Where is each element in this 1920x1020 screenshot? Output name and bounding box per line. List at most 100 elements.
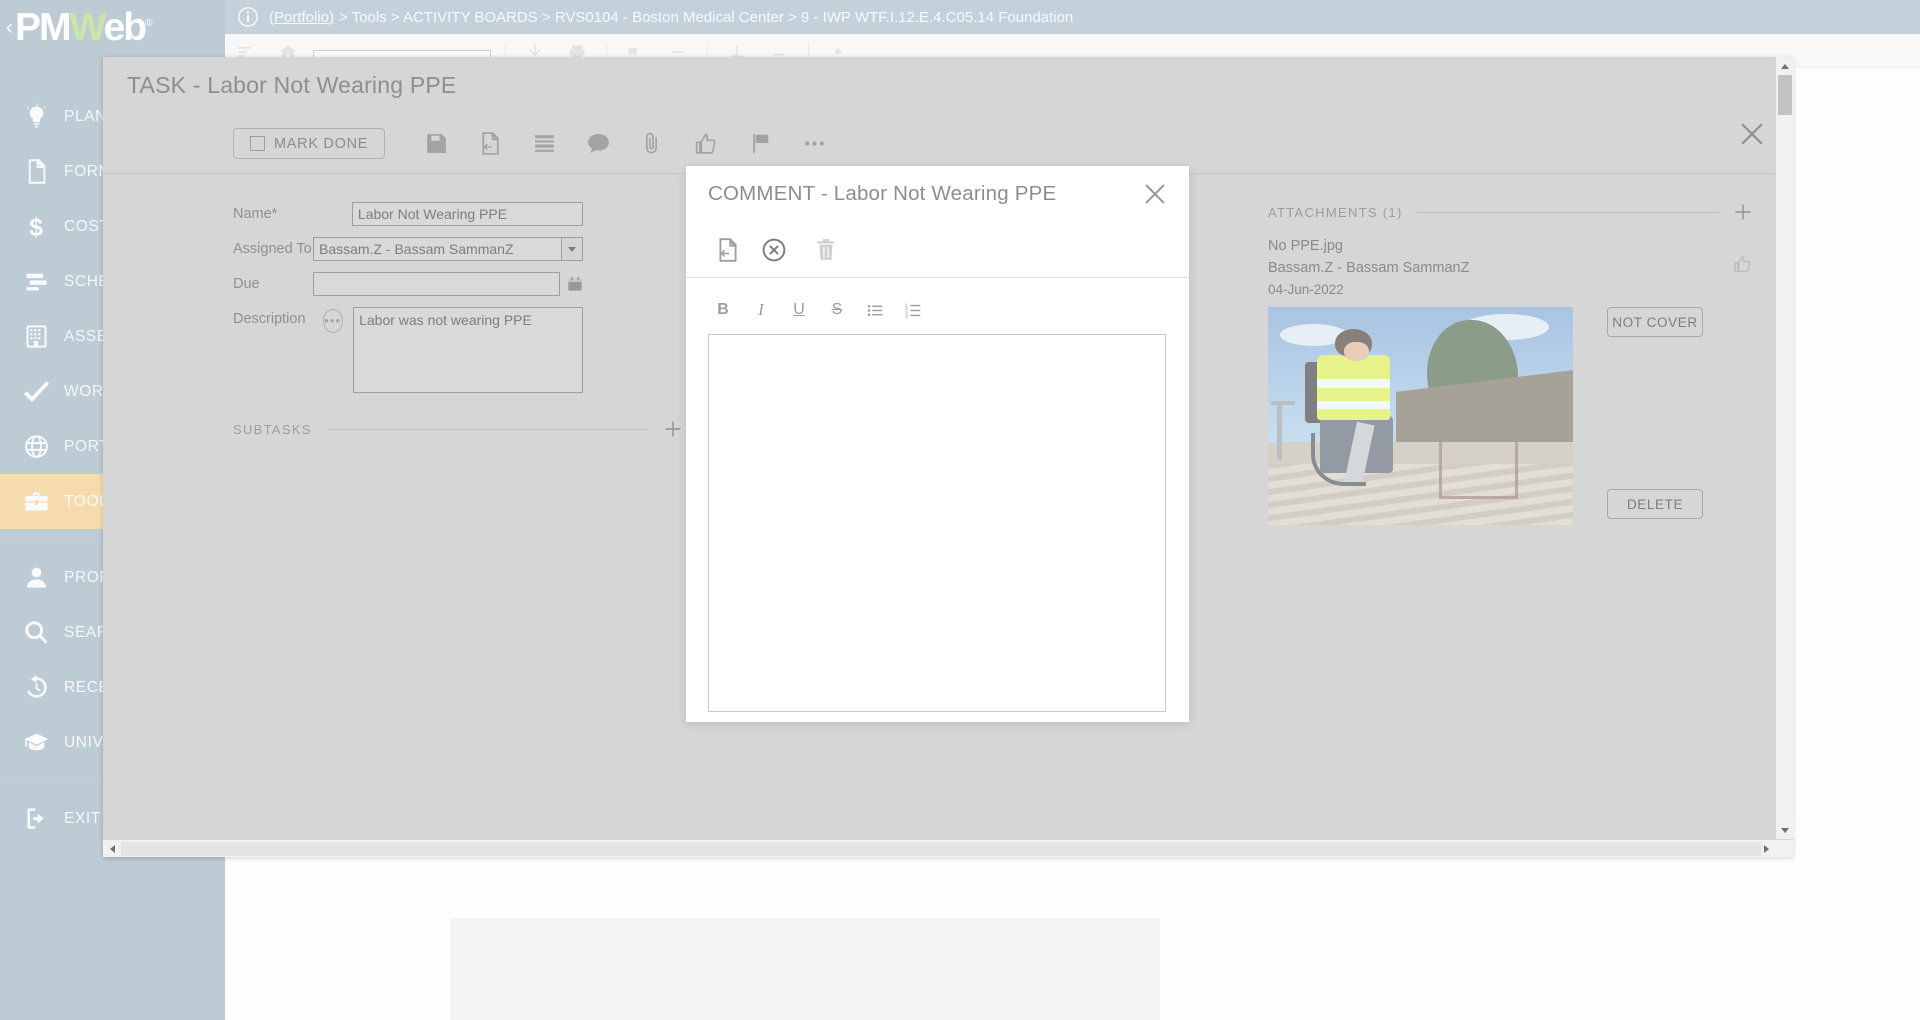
assigned-to-input[interactable]: [313, 237, 583, 261]
attachment-item: No PPE.jpg Bassam.Z - Bassam SammanZ 04-…: [1268, 238, 1753, 525]
photo-overlay: [1268, 307, 1573, 525]
globe-icon: [8, 433, 64, 460]
attachment-thumbnail[interactable]: [1268, 307, 1573, 525]
board-card[interactable]: [450, 918, 1160, 1020]
cancel-icon[interactable]: [748, 230, 800, 270]
svg-text:3: 3: [905, 313, 908, 318]
task-form: Name* Assigned To Due: [103, 202, 681, 439]
save-icon[interactable]: [708, 230, 748, 270]
due-date-input[interactable]: [313, 272, 560, 296]
subtasks-divider: [327, 428, 647, 430]
scroll-right-button[interactable]: [1757, 840, 1775, 858]
svg-text:$: $: [29, 215, 43, 241]
export-icon[interactable]: [463, 122, 517, 166]
history-icon: [8, 674, 64, 701]
italic-button[interactable]: I: [746, 296, 776, 324]
underline-button[interactable]: U: [784, 296, 814, 324]
vscroll-thumb[interactable]: [1778, 75, 1792, 115]
scroll-up-button[interactable]: [1776, 57, 1794, 75]
comment-dialog: COMMENT - Labor Not Wearing PPE B I U S: [686, 166, 1189, 722]
subtasks-label: SUBTASKS: [233, 421, 312, 437]
chevron-down-icon[interactable]: [561, 237, 583, 261]
graduation-cap-icon: [8, 729, 64, 756]
attachment-file-name[interactable]: No PPE.jpg: [1268, 238, 1753, 254]
bold-button[interactable]: B: [708, 296, 738, 324]
delete-icon[interactable]: [800, 230, 852, 270]
numbered-list-button[interactable]: 123: [898, 296, 928, 324]
due-date-wrap: [313, 272, 583, 296]
attachments-section-header: ATTACHMENTS (1): [1268, 202, 1753, 222]
add-attachment-icon[interactable]: [1733, 202, 1753, 222]
thumbs-up-icon[interactable]: [1733, 254, 1753, 274]
hscroll-thumb[interactable]: [121, 842, 1761, 856]
not-cover-button[interactable]: NOT COVER: [1607, 307, 1703, 337]
attachment-icon[interactable]: [625, 122, 679, 166]
flag-icon[interactable]: [733, 122, 787, 166]
assigned-to-select-wrap: [313, 237, 583, 261]
scroll-left-button[interactable]: [103, 840, 121, 858]
description-textarea[interactable]: [353, 307, 583, 393]
field-row-due: Due: [233, 272, 583, 296]
scroll-down-button[interactable]: [1776, 821, 1794, 839]
dollar-icon: $: [8, 213, 64, 241]
strikethrough-button[interactable]: S: [822, 296, 852, 324]
calendar-icon[interactable]: [567, 276, 583, 292]
breadcrumb-trail: > Tools > ACTIVITY BOARDS > RVS0104 - Bo…: [339, 8, 1074, 26]
comment-editor[interactable]: [708, 334, 1166, 712]
schedule-icon: [8, 268, 64, 295]
mark-done-checkbox-icon: [250, 136, 265, 151]
exit-icon: [8, 805, 64, 832]
attachment-actions: NOT COVER DELETE: [1573, 307, 1753, 525]
rich-text-toolbar: B I U S 123: [686, 278, 1189, 324]
bullet-list-button[interactable]: [860, 296, 890, 324]
name-input[interactable]: [351, 202, 583, 226]
search-icon: [8, 619, 64, 646]
attachment-preview-row: NOT COVER DELETE: [1268, 307, 1753, 525]
close-icon[interactable]: [1143, 182, 1167, 206]
document-icon: [8, 158, 64, 185]
attachments-panel: ATTACHMENTS (1) No PPE.jpg Bassam.Z - Ba…: [1268, 202, 1753, 525]
add-subtask-icon[interactable]: [663, 419, 683, 439]
breadcrumb-bar: (Portfolio) > Tools > ACTIVITY BOARDS > …: [225, 0, 1920, 34]
subtasks-section-header: SUBTASKS: [233, 419, 683, 439]
check-icon: [8, 378, 64, 405]
due-label: Due: [233, 276, 260, 292]
modal-horizontal-scrollbar[interactable]: [103, 839, 1793, 857]
lines-icon[interactable]: [517, 122, 571, 166]
comment-dialog-toolbar: [686, 222, 1189, 278]
field-row-description: Description •••: [233, 307, 583, 393]
collapse-sidebar-icon[interactable]: ‹: [6, 16, 13, 40]
comment-icon[interactable]: [571, 122, 625, 166]
attachments-divider: [1416, 211, 1719, 213]
sidebar-item-label: PLAN: [64, 107, 107, 125]
close-icon[interactable]: [1739, 121, 1765, 147]
lightbulb-icon: [8, 103, 64, 130]
name-label: Name*: [233, 206, 278, 222]
description-label: Description: [233, 311, 306, 327]
person-icon: [8, 564, 64, 591]
delete-attachment-button[interactable]: DELETE: [1607, 489, 1703, 519]
comment-dialog-title: COMMENT - Labor Not Wearing PPE: [708, 182, 1057, 205]
task-modal-header: TASK - Labor Not Wearing PPE: [103, 57, 1793, 114]
breadcrumb-portfolio-link[interactable]: (Portfolio): [269, 9, 334, 26]
description-more-icon[interactable]: •••: [322, 309, 344, 333]
info-icon[interactable]: [237, 6, 259, 28]
attachment-date: 04-Jun-2022: [1268, 282, 1344, 297]
brand-logo[interactable]: ‹ PMWeb®: [0, 0, 225, 55]
attachments-label: ATTACHMENTS (1): [1268, 204, 1403, 220]
task-modal-title: TASK - Labor Not Wearing PPE: [127, 72, 457, 98]
building-icon: [8, 323, 64, 350]
save-icon[interactable]: [409, 122, 463, 166]
toolbox-icon: [8, 488, 64, 515]
sidebar-item-label: EXIT: [64, 809, 101, 827]
thumbs-up-icon[interactable]: [679, 122, 733, 166]
mark-done-button[interactable]: MARK DONE: [233, 128, 386, 159]
mark-done-label: MARK DONE: [274, 135, 369, 152]
attachment-uploaded-by: Bassam.Z - Bassam SammanZ: [1268, 260, 1470, 276]
task-modal-toolbar: MARK DONE: [103, 114, 1793, 174]
modal-vertical-scrollbar[interactable]: [1775, 57, 1794, 839]
assigned-to-label: Assigned To: [233, 241, 312, 257]
pmweb-logo: PMWeb®: [15, 6, 153, 49]
field-row-name: Name*: [233, 202, 583, 226]
more-icon[interactable]: [787, 122, 841, 166]
